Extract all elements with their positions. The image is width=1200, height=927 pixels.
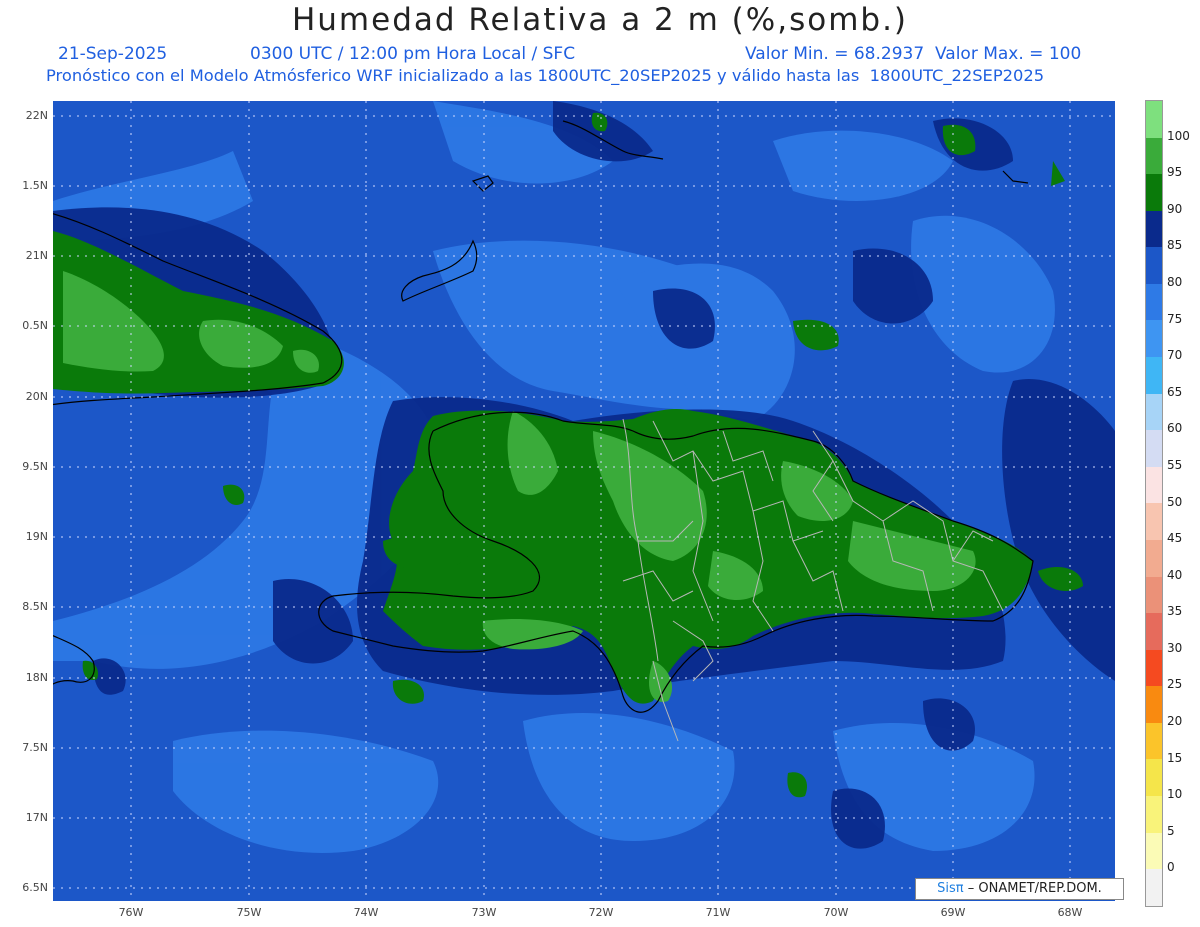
- colorbar-swatch: [1146, 137, 1162, 175]
- lon-label: 71W: [705, 906, 731, 919]
- colorbar-label: 70: [1167, 348, 1183, 363]
- lat-label: 21N: [25, 249, 48, 262]
- colorbar-swatch: [1146, 576, 1162, 614]
- colorbar-label: 25: [1167, 677, 1183, 692]
- colorbar-swatch: [1146, 759, 1162, 796]
- brand-logo: Sisπ: [937, 881, 964, 896]
- colorbar: [1145, 100, 1163, 907]
- colorbar-label: 20: [1167, 714, 1183, 729]
- colorbar-swatch: [1146, 722, 1162, 760]
- lat-label: 18N: [25, 671, 48, 684]
- lat-label: 9.5N: [22, 460, 48, 473]
- colorbar-label: 45: [1167, 531, 1183, 546]
- colorbar-swatch: [1146, 503, 1162, 540]
- colorbar-swatch: [1146, 283, 1162, 321]
- lat-label: 1.5N: [22, 179, 48, 192]
- time-label: 0300 UTC / 12:00 pm Hora Local / SFC: [250, 44, 576, 64]
- colorbar-swatch: [1146, 613, 1162, 650]
- colorbar-swatch: [1146, 832, 1162, 870]
- colorbar-swatch: [1146, 795, 1162, 833]
- lat-label: 19N: [25, 530, 48, 543]
- colorbar-swatch: [1146, 686, 1162, 723]
- colorbar-label: 90: [1167, 201, 1183, 216]
- colorbar-swatch: [1146, 247, 1162, 284]
- lat-label: 0.5N: [22, 319, 48, 332]
- lon-label: 75W: [236, 906, 262, 919]
- colorbar-swatch: [1146, 869, 1162, 906]
- lat-label: 6.5N: [22, 881, 48, 894]
- lat-label: 8.5N: [22, 600, 48, 613]
- model-label: Pronóstico con el Modelo Atmósferico WRF…: [46, 66, 1045, 85]
- colorbar-swatch: [1146, 210, 1162, 248]
- colorbar-label: 30: [1167, 640, 1183, 655]
- colorbar-label: 15: [1167, 750, 1183, 765]
- lat-label: 20N: [25, 390, 48, 403]
- colorbar-label: 55: [1167, 457, 1183, 472]
- lat-label: 7.5N: [22, 741, 48, 754]
- colorbar-label: 75: [1167, 311, 1183, 326]
- lon-label: 69W: [940, 906, 966, 919]
- colorbar-label: 65: [1167, 384, 1183, 399]
- colorbar-label: 5: [1167, 823, 1175, 838]
- colorbar-swatch: [1146, 649, 1162, 687]
- map-canvas: [53, 101, 1115, 901]
- colorbar-label: 10: [1167, 787, 1183, 802]
- colorbar-label: 40: [1167, 567, 1183, 582]
- lon-label: 73W: [471, 906, 497, 919]
- credit-box: Sisπ – ONAMET/REP.DOM.: [915, 878, 1124, 900]
- lon-label: 68W: [1057, 906, 1083, 919]
- date-label: 21-Sep-2025: [58, 44, 168, 64]
- colorbar-swatch: [1146, 466, 1162, 504]
- colorbar-label: 95: [1167, 165, 1183, 180]
- lon-label: 76W: [118, 906, 144, 919]
- credit-org: – ONAMET/REP.DOM.: [967, 881, 1102, 896]
- colorbar-label: 85: [1167, 238, 1183, 253]
- lon-label: 74W: [353, 906, 379, 919]
- colorbar-label: 80: [1167, 274, 1183, 289]
- colorbar-swatch: [1146, 430, 1162, 467]
- colorbar-label: 60: [1167, 421, 1183, 436]
- lat-label: 17N: [25, 811, 48, 824]
- colorbar-swatch: [1146, 539, 1162, 577]
- colorbar-swatch: [1146, 101, 1162, 138]
- colorbar-swatch: [1146, 393, 1162, 431]
- colorbar-label: 50: [1167, 494, 1183, 509]
- colorbar-label: 0: [1167, 860, 1175, 875]
- map-title: Humedad Relativa a 2 m (%,somb.): [291, 2, 909, 38]
- lat-label: 22N: [25, 109, 48, 122]
- colorbar-label: 35: [1167, 604, 1183, 619]
- stats-label: Valor Min. = 68.2937 Valor Max. = 100: [745, 44, 1082, 64]
- humidity-map: [53, 101, 1115, 901]
- colorbar-swatch: [1146, 174, 1162, 211]
- lon-label: 72W: [588, 906, 614, 919]
- colorbar-label: 100: [1167, 128, 1190, 143]
- colorbar-swatch: [1146, 320, 1162, 358]
- lon-label: 70W: [823, 906, 849, 919]
- colorbar-swatch: [1146, 357, 1162, 394]
